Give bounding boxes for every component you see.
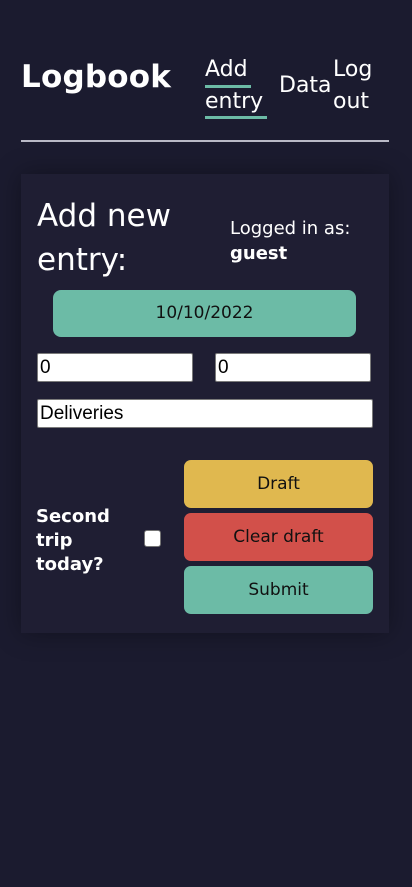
date-picker-button[interactable]: 10/10/2022 [53,290,356,337]
description-field[interactable] [37,399,373,428]
submit-button[interactable]: Submit [184,566,373,614]
second-trip-label-line3: today? [36,554,104,575]
draft-button[interactable]: Draft [184,460,373,508]
second-trip-label-line2: trip [36,530,73,551]
logged-in-user: guest [230,243,288,264]
logged-in-label: Logged in as: [230,218,351,239]
active-underline [205,85,251,88]
nav-add-entry-label-line2: entry [205,89,264,114]
nav-data[interactable]: Data [279,70,332,102]
second-trip-label: Second trip today? [36,505,126,577]
entry-form-card: Add new entry: Logged in as: guest 10/10… [21,174,389,633]
second-trip-checkbox[interactable] [144,530,161,547]
nav-add-entry[interactable]: Add entry [205,54,267,119]
second-trip-label-line1: Second [36,506,110,527]
nav-logout-label-line2: out [333,89,370,114]
number-field-1[interactable] [37,353,193,382]
nav-logout[interactable]: Log out [333,54,372,118]
app-title: Logbook [21,59,172,95]
number-field-2[interactable] [215,353,371,382]
nav-add-entry-label-line1: Add [205,57,248,82]
form-title: Add new entry: [37,198,171,278]
clear-draft-button[interactable]: Clear draft [184,513,373,561]
header-divider [21,140,389,142]
nav-logout-label-line1: Log [333,57,373,82]
active-underline [205,116,267,119]
